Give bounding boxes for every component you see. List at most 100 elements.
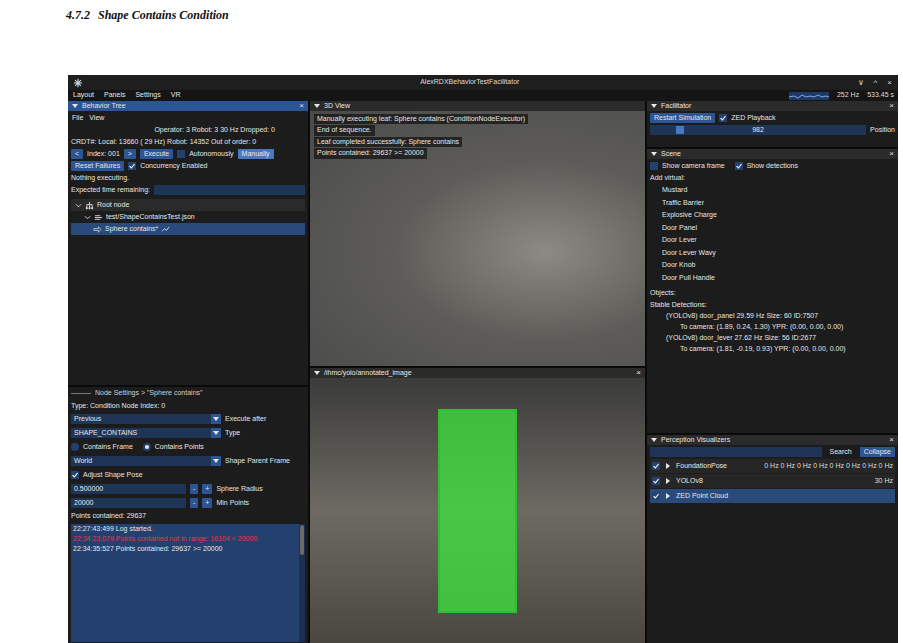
close-button[interactable]: × bbox=[299, 101, 304, 111]
title-bar: AlexRDXBehaviorTestFacilitator ∨^× bbox=[68, 75, 898, 90]
tree-node[interactable]: Sphere contains* bbox=[71, 223, 305, 235]
decrement-button[interactable]: - bbox=[190, 484, 198, 494]
field-label: Min Points bbox=[216, 499, 249, 507]
3d-viewport[interactable]: Manually executing leaf: Sphere contains… bbox=[310, 111, 645, 366]
visualizer-row[interactable]: FoundationPose 0 Hz 0 Hz 0 Hz 0 Hz 0 Hz … bbox=[650, 459, 895, 473]
expand-icon bbox=[665, 463, 671, 469]
number-input[interactable]: 20000 bbox=[71, 498, 186, 508]
window-control-button[interactable]: × bbox=[886, 78, 893, 88]
number-input-row: 20000 - + Min Points bbox=[71, 496, 305, 510]
visualizer-checkbox[interactable] bbox=[652, 462, 660, 470]
scene-toggles: Show camera frame Show detections bbox=[650, 160, 895, 172]
search-button[interactable]: Search bbox=[826, 447, 856, 457]
tree-node[interactable]: Root node bbox=[71, 199, 305, 211]
scene-panel: Scene × Show camera frame Show detection… bbox=[647, 149, 898, 433]
node-settings-header: Node Settings > "Sphere contains" bbox=[68, 387, 308, 399]
visualizer-rate: 30 Hz bbox=[875, 477, 893, 485]
increment-button[interactable]: + bbox=[202, 484, 212, 494]
dropdown[interactable]: World bbox=[71, 456, 221, 466]
virtual-object-item[interactable]: Door Lever bbox=[650, 234, 895, 247]
decrement-button[interactable]: - bbox=[190, 498, 198, 508]
search-row: Search Collapse bbox=[650, 446, 895, 458]
left-column: Behavior Tree × FileView Operator: 3 Rob… bbox=[68, 101, 308, 643]
next-button[interactable]: > bbox=[124, 149, 136, 159]
close-button[interactable]: × bbox=[889, 435, 894, 445]
toggle-checkbox[interactable] bbox=[650, 162, 658, 170]
sync-status: Operator: 3 Robot: 3 30 Hz Dropped: 0 bbox=[71, 124, 305, 136]
right-column: Facilitator × Restart Simulation ZED Pla… bbox=[647, 101, 898, 643]
restart-simulation-button[interactable]: Restart Simulation bbox=[650, 113, 715, 123]
menu-item[interactable]: Layout bbox=[72, 91, 95, 99]
menu-item[interactable]: File bbox=[71, 114, 84, 122]
virtual-object-item[interactable]: Door Knob bbox=[650, 259, 895, 272]
window-control-button[interactable]: ^ bbox=[873, 78, 879, 88]
zed-playback-checkbox[interactable] bbox=[719, 114, 727, 122]
dropdown-arrow-icon bbox=[213, 430, 219, 436]
virtual-object-item[interactable]: Traffic Barrier bbox=[650, 197, 895, 210]
virtual-object-item[interactable]: Door Pull Handle bbox=[650, 272, 895, 285]
checkbox-row: Adjust Shape Pose bbox=[71, 468, 305, 482]
toggle-checkbox[interactable] bbox=[735, 162, 743, 170]
window-control-button[interactable]: ∨ bbox=[857, 78, 865, 88]
menu-item[interactable]: View bbox=[88, 114, 105, 122]
detection-pose: To camera: (1.81, -0.19, 0.93) YPR: (0.0… bbox=[650, 344, 895, 355]
status-text: Points contained: 29637 bbox=[71, 510, 305, 522]
log-view: 22:27:43:499 Log started.22:34:23:079 Po… bbox=[71, 524, 305, 642]
execute-button[interactable]: Execute bbox=[140, 149, 173, 159]
field-label: Type bbox=[225, 429, 240, 437]
checkbox-label: Adjust Shape Pose bbox=[83, 471, 143, 479]
frame-rate: 252 Hz bbox=[837, 91, 859, 99]
scrollbar[interactable] bbox=[299, 524, 305, 642]
tree-node[interactable]: test/ShapeContainsTest.json bbox=[71, 211, 305, 223]
check-icon bbox=[652, 492, 660, 500]
detection-name: (YOLOv8) door_panel 29.59 Hz Size: 60 ID… bbox=[650, 311, 895, 322]
visualizer-row[interactable]: YOLOv8 30 Hz bbox=[650, 474, 895, 488]
collapse-button[interactable]: Collapse bbox=[860, 447, 895, 457]
visualizer-checkbox[interactable] bbox=[652, 492, 660, 500]
radio-button[interactable] bbox=[143, 443, 151, 451]
zed-playback-label: ZED Playback bbox=[731, 114, 775, 122]
menu-item[interactable]: Panels bbox=[103, 91, 126, 99]
close-button[interactable]: × bbox=[636, 368, 641, 378]
concurrency-label: Concurrency Enabled bbox=[140, 162, 207, 170]
autonomously-checkbox[interactable] bbox=[177, 150, 185, 158]
slider-handle[interactable] bbox=[676, 126, 684, 134]
overlay-text: Points contained: 29637 >= 20000 bbox=[314, 148, 427, 158]
virtual-object-item[interactable]: Mustard bbox=[650, 184, 895, 197]
menu-item[interactable]: VR bbox=[170, 91, 182, 99]
number-input[interactable]: 0.500000 bbox=[71, 484, 186, 494]
facilitator-panel: Facilitator × Restart Simulation ZED Pla… bbox=[647, 101, 898, 147]
visualizer-label: ZED Point Cloud bbox=[676, 492, 893, 500]
increment-button[interactable]: + bbox=[202, 498, 212, 508]
visualizer-row[interactable]: ZED Point Cloud bbox=[650, 489, 895, 503]
expected-time-field[interactable] bbox=[154, 185, 305, 195]
close-button[interactable]: × bbox=[889, 101, 894, 111]
facilitator-header: Facilitator × bbox=[647, 101, 898, 111]
panel-title: 3D View bbox=[324, 102, 641, 110]
close-button[interactable]: × bbox=[889, 149, 894, 159]
visualizer-checkbox[interactable] bbox=[652, 477, 660, 485]
section-heading: 4.7.2 Shape Contains Condition bbox=[0, 0, 903, 75]
reset-failures-button[interactable]: Reset Failures bbox=[71, 161, 124, 171]
search-field[interactable] bbox=[650, 447, 822, 457]
expand-icon[interactable] bbox=[75, 202, 82, 209]
concurrency-checkbox[interactable] bbox=[128, 162, 136, 170]
previous-button[interactable]: < bbox=[71, 149, 83, 159]
stable-detections-label: Stable Detections: bbox=[650, 299, 895, 311]
app-window: AlexRDXBehaviorTestFacilitator ∨^× Layou… bbox=[68, 75, 898, 643]
manually-button[interactable]: Manually bbox=[238, 149, 274, 159]
position-slider[interactable]: 982 bbox=[650, 125, 866, 135]
virtual-object-item[interactable]: Door Panel bbox=[650, 222, 895, 235]
slider-label: Position bbox=[870, 126, 895, 134]
overlay-text: Manually executing leaf: Sphere contains… bbox=[314, 114, 528, 124]
virtual-object-item[interactable]: Door Lever Wavy bbox=[650, 247, 895, 260]
checkbox[interactable] bbox=[71, 471, 79, 479]
expand-icon[interactable] bbox=[84, 214, 91, 221]
expand-icon bbox=[665, 493, 671, 499]
menu-item[interactable]: Settings bbox=[134, 91, 161, 99]
dropdown[interactable]: Previous bbox=[71, 414, 221, 424]
dropdown[interactable]: SHAPE_CONTAINS bbox=[71, 428, 221, 438]
crdt-status: CRDT#: Local: 13660 ( 29 Hz) Robot: 1435… bbox=[71, 136, 305, 148]
virtual-object-item[interactable]: Explosive Charge bbox=[650, 209, 895, 222]
radio-button[interactable] bbox=[71, 443, 79, 451]
